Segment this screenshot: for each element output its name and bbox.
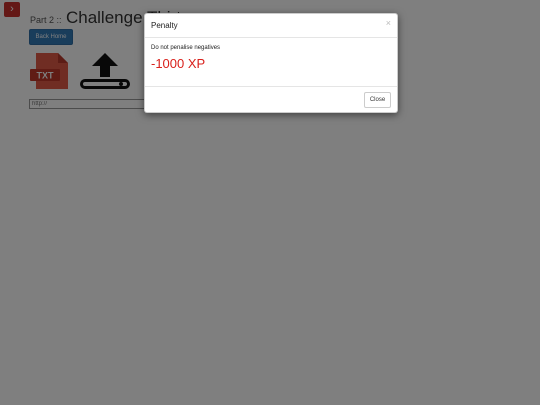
challenge-page: › Part 2 :: Challenge Thirteen Back Home…	[0, 0, 540, 405]
modal-header: Penalty ×	[145, 14, 397, 38]
close-button[interactable]: Close	[364, 92, 391, 108]
penalty-modal: Penalty × Do not penalise negatives -100…	[144, 13, 398, 113]
penalty-value: -1000 XP	[151, 56, 206, 71]
modal-title: Penalty	[151, 21, 178, 30]
penalty-message: Do not penalise negatives	[151, 45, 221, 51]
modal-body: Do not penalise negatives -1000 XP	[151, 45, 391, 71]
close-icon[interactable]: ×	[386, 18, 391, 28]
modal-footer: Close	[145, 86, 397, 113]
